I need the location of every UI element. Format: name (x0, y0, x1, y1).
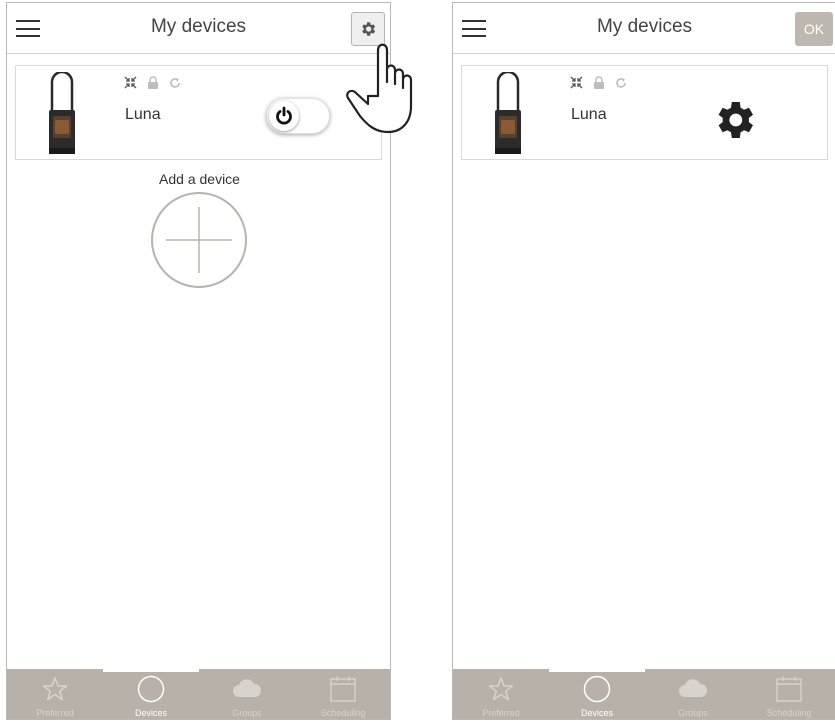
lamp-image (49, 72, 75, 154)
circle-icon (137, 675, 165, 703)
tab-preferred[interactable]: Preferred (453, 669, 549, 719)
compress-icon (570, 76, 583, 89)
calendar-icon (776, 676, 802, 702)
tab-scheduling[interactable]: Scheduling (295, 669, 390, 719)
add-device-button[interactable] (150, 191, 248, 289)
tab-preferred[interactable]: Preferred (7, 669, 103, 719)
power-icon (269, 101, 299, 131)
tab-groups[interactable]: Groups (645, 669, 741, 719)
plus-icon (166, 207, 232, 273)
circle-icon (583, 675, 611, 703)
page-title: My devices (150, 16, 247, 37)
cloud-icon (233, 679, 262, 697)
device-name: Luna (125, 106, 161, 123)
status-icons (124, 76, 181, 89)
page-title: My devices (596, 16, 693, 37)
phone-screen-edit-devices: My devices OK Luna Preferred Devices Gro… (452, 2, 835, 720)
star-icon (42, 677, 68, 701)
device-name: Luna (571, 106, 607, 123)
tab-bar: Preferred Devices Groups Scheduling (7, 669, 390, 719)
lock-icon (148, 76, 158, 89)
tab-bar: Preferred Devices Groups Scheduling (453, 669, 835, 719)
phone-screen-devices: My devices Luna Add a device Preferred D… (6, 2, 391, 720)
top-bar: My devices OK (453, 3, 835, 54)
hand-pointer-icon (346, 43, 413, 134)
compress-icon (124, 76, 137, 89)
ok-button[interactable]: OK (795, 12, 833, 46)
tab-scheduling[interactable]: Scheduling (741, 669, 835, 719)
gear-icon (362, 22, 376, 36)
device-card[interactable]: Luna (15, 65, 382, 160)
power-toggle[interactable] (266, 98, 330, 134)
calendar-icon (330, 676, 356, 702)
top-bar: My devices (7, 3, 390, 54)
star-icon (488, 677, 514, 701)
add-device-label: Add a device (159, 171, 240, 187)
lamp-image (495, 72, 521, 154)
lock-icon (594, 76, 604, 89)
refresh-icon (170, 77, 180, 88)
status-icons (570, 76, 627, 89)
gear-icon[interactable] (710, 96, 758, 144)
tab-devices[interactable]: Devices (103, 669, 199, 719)
device-card[interactable]: Luna (461, 65, 828, 160)
tab-groups[interactable]: Groups (199, 669, 295, 719)
cloud-icon (679, 679, 708, 697)
tab-devices[interactable]: Devices (549, 669, 645, 719)
refresh-icon (616, 77, 626, 88)
